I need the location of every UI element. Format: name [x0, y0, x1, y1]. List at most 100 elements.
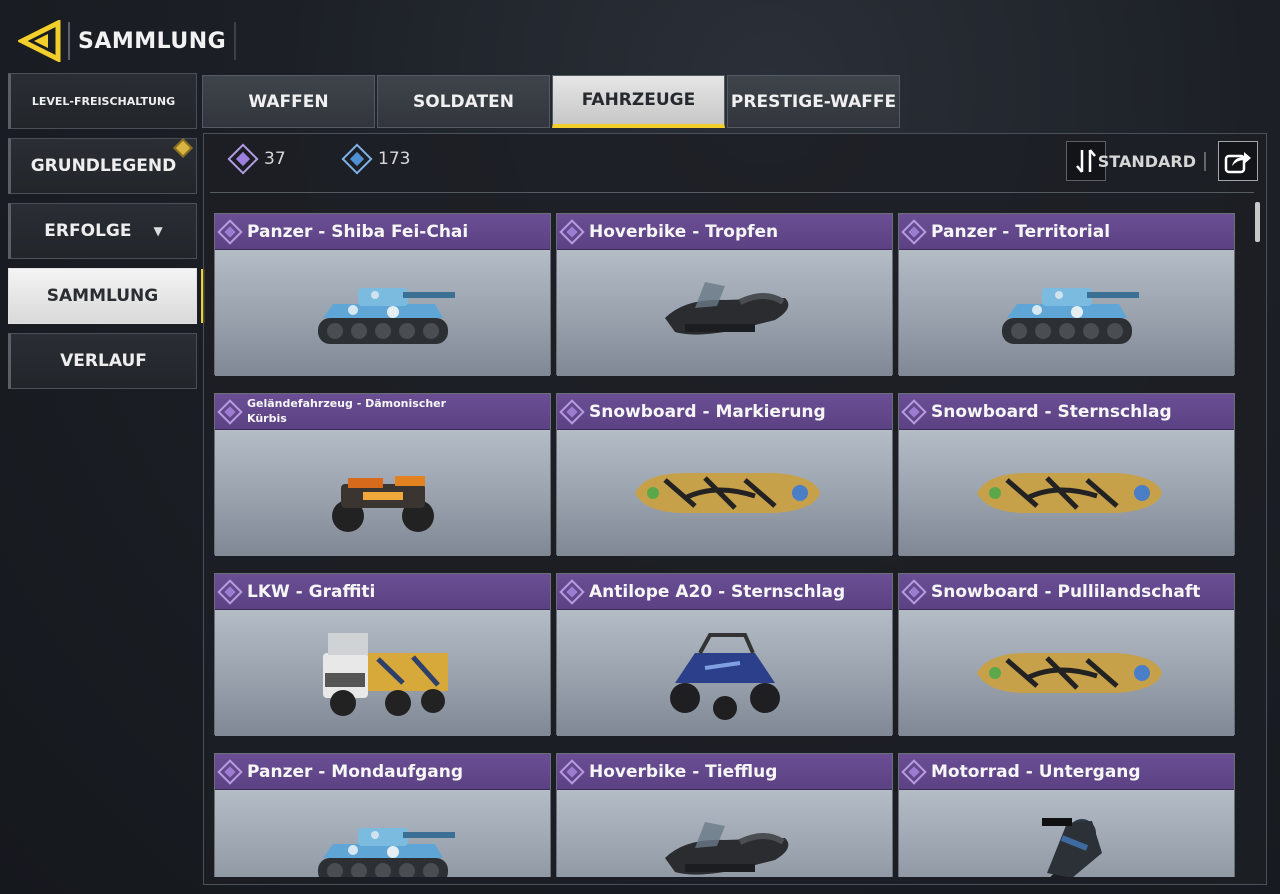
card-header: LKW - Graffiti: [215, 574, 550, 610]
share-icon: [1224, 152, 1251, 174]
vehicle-grid: Panzer - Shiba Fei-Chai Hoverbike - Trop…: [214, 213, 1236, 877]
hoverbike-icon: [664, 282, 788, 335]
page-title: SAMMLUNG: [68, 22, 237, 60]
card-title: Geländefahrzeug - Dämonischer Kürbis: [247, 397, 447, 425]
tank-icon: [317, 288, 455, 344]
rarity-gem-icon: [559, 218, 585, 245]
card-title: Snowboard - Pullilandschaft: [931, 581, 1201, 602]
vehicle-card[interactable]: Motorrad - Untergang: [898, 753, 1235, 877]
vehicle-card[interactable]: Snowboard - Sternschlag: [898, 393, 1235, 556]
new-badge-icon: [173, 138, 193, 158]
card-title: Hoverbike - Tiefflug: [589, 761, 778, 782]
vehicle-image: [557, 790, 892, 877]
snowboard-icon: [976, 653, 1162, 693]
vehicle-card[interactable]: Panzer - Shiba Fei-Chai: [214, 213, 551, 376]
vehicle-card[interactable]: Hoverbike - Tropfen: [556, 213, 893, 376]
card-title: Hoverbike - Tropfen: [589, 221, 779, 242]
vehicle-image: [899, 250, 1234, 376]
card-title: Panzer - Shiba Fei-Chai: [247, 221, 469, 242]
card-title: Panzer - Mondaufgang: [247, 761, 464, 782]
tab-vehicles[interactable]: FAHRZEUGE: [552, 75, 725, 128]
card-title: Antilope A20 - Sternschlag: [589, 581, 846, 602]
currency-blue: 173: [341, 143, 411, 175]
tab-weapons[interactable]: WAFFEN: [202, 75, 375, 128]
card-header: Snowboard - Pullilandschaft: [899, 574, 1234, 610]
card-title: LKW - Graffiti: [247, 581, 376, 602]
card-title: Snowboard - Markierung: [589, 401, 826, 422]
card-title: Snowboard - Sternschlag: [931, 401, 1172, 422]
rarity-gem-icon: [901, 578, 927, 605]
scrollbar[interactable]: [1255, 202, 1260, 242]
card-header: Geländefahrzeug - Dämonischer Kürbis: [215, 394, 550, 430]
hoverbike-icon: [664, 822, 788, 875]
sidebar-item-label: VERLAUF: [60, 351, 147, 371]
card-header: Snowboard - Sternschlag: [899, 394, 1234, 430]
sidebar-item-collection[interactable]: SAMMLUNG: [8, 268, 205, 324]
vehicle-card[interactable]: LKW - Graffiti: [214, 573, 551, 736]
rarity-gem-icon: [901, 398, 927, 425]
toolbar-divider: [210, 192, 1254, 193]
sidebar-item-label: ERFOLGE: [44, 221, 132, 241]
sort-label: STANDARD: [1098, 152, 1206, 171]
buggy-icon: [669, 633, 780, 720]
vehicle-card[interactable]: Panzer - Territorial: [898, 213, 1235, 376]
card-title: Panzer - Territorial: [931, 221, 1111, 242]
vehicle-card[interactable]: Snowboard - Markierung: [556, 393, 893, 556]
sidebar-item-achievements[interactable]: ERFOLGE ▼: [8, 203, 197, 259]
vehicle-image: [215, 790, 550, 877]
rarity-gem-icon: [217, 398, 243, 425]
atv-icon: [331, 476, 434, 532]
rarity-gem-icon: [559, 398, 585, 425]
back-button[interactable]: [16, 18, 64, 64]
tab-soldiers[interactable]: SOLDATEN: [377, 75, 550, 128]
rarity-gem-icon: [217, 218, 243, 245]
sidebar-item-label: SAMMLUNG: [46, 286, 159, 306]
vehicle-image: [557, 430, 892, 556]
card-header: Hoverbike - Tiefflug: [557, 754, 892, 790]
currency-blue-value: 173: [378, 149, 411, 169]
share-button[interactable]: [1218, 141, 1258, 181]
sidebar: LEVEL-FREISCHALTUNG GRUNDLEGEND ERFOLGE …: [8, 73, 205, 398]
sidebar-item-level-unlock[interactable]: LEVEL-FREISCHALTUNG: [8, 73, 197, 129]
card-header: Motorrad - Untergang: [899, 754, 1234, 790]
rarity-gem-icon: [559, 758, 585, 785]
vehicle-image: [899, 430, 1234, 556]
chevron-down-icon: ▼: [153, 224, 163, 238]
rarity-gem-icon: [559, 578, 585, 605]
sidebar-item-basic[interactable]: GRUNDLEGEND: [8, 138, 197, 194]
sidebar-item-label: GRUNDLEGEND: [30, 156, 177, 176]
card-header: Antilope A20 - Sternschlag: [557, 574, 892, 610]
vehicle-card[interactable]: Panzer - Mondaufgang: [214, 753, 551, 877]
vehicle-card[interactable]: Antilope A20 - Sternschlag: [556, 573, 893, 736]
blue-diamond-icon: [341, 143, 373, 175]
vehicle-image: [899, 790, 1234, 877]
motorcycle-icon: [1041, 818, 1102, 877]
rarity-gem-icon: [217, 758, 243, 785]
card-header: Hoverbike - Tropfen: [557, 214, 892, 250]
vehicle-card[interactable]: Snowboard - Pullilandschaft: [898, 573, 1235, 736]
rarity-gem-icon: [217, 578, 243, 605]
vehicle-image: [215, 610, 550, 736]
rarity-gem-icon: [901, 218, 927, 245]
vehicle-card[interactable]: Geländefahrzeug - Dämonischer Kürbis: [214, 393, 551, 556]
sidebar-item-label: LEVEL-FREISCHALTUNG: [31, 94, 176, 108]
vehicle-image: [215, 250, 550, 376]
currency-purple: 37: [227, 143, 286, 175]
tank-icon: [1001, 288, 1139, 344]
currency-purple-value: 37: [264, 149, 286, 169]
vehicle-image: [215, 430, 550, 556]
vehicle-card[interactable]: Hoverbike - Tiefflug: [556, 753, 893, 877]
vehicle-image: [557, 610, 892, 736]
back-arrow-icon: [16, 18, 61, 64]
sidebar-item-history[interactable]: VERLAUF: [8, 333, 197, 389]
collection-panel: 37 173 STANDARD Panzer - Shiba Fei-Chai …: [203, 133, 1267, 885]
sort-icon: [1076, 149, 1096, 173]
snowboard-icon: [634, 473, 820, 513]
category-tabs: WAFFEN SOLDATEN FAHRZEUGE PRESTIGE-WAFFE: [202, 75, 900, 128]
purple-diamond-icon: [227, 143, 259, 175]
tab-prestige-weapon[interactable]: PRESTIGE-WAFFE: [727, 75, 900, 128]
vehicle-image: [557, 250, 892, 376]
vehicle-image: [899, 610, 1234, 736]
tank-icon: [317, 828, 455, 877]
snowboard-icon: [976, 473, 1162, 513]
